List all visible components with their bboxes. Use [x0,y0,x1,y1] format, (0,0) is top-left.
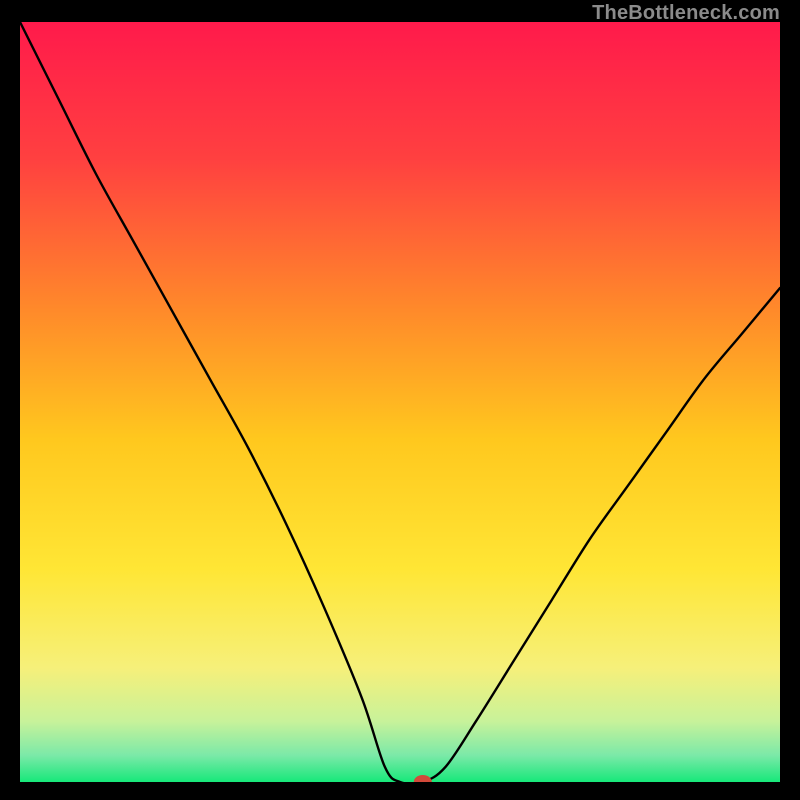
chart-frame: TheBottleneck.com [0,0,800,800]
chart-background [20,22,780,782]
plot-area [20,22,780,782]
chart-svg [20,22,780,782]
